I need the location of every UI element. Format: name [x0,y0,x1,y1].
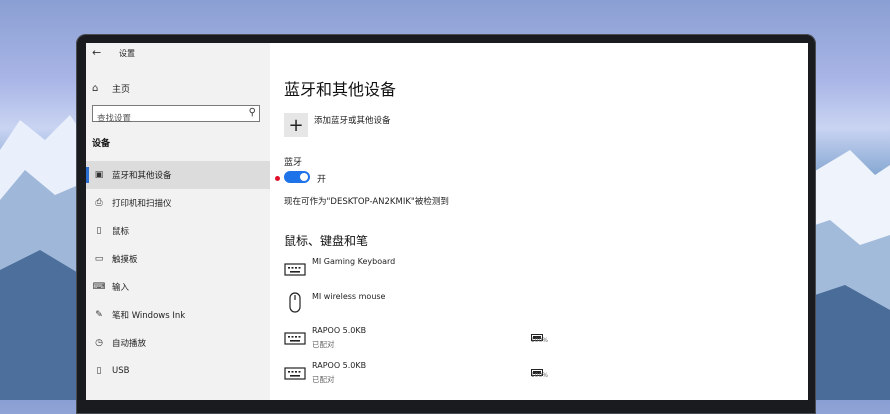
battery-indicator: 100% [530,361,548,380]
sidebar-item-usb[interactable]: ▯ USB [86,357,270,385]
battery-indicator: 100% [530,326,548,345]
sidebar-item-label: 笔和 Windows Ink [112,311,186,321]
keyboard-icon: ⌨ [92,282,106,292]
discoverable-status: 现在可作为"DESKTOP-AN2KMIK"被检测到 [284,197,449,207]
sidebar-item-touchpad[interactable]: ▭ 触摸板 [86,245,270,273]
device-item[interactable]: MI Gaming Keyboard [284,257,544,283]
autoplay-icon: ◷ [95,338,103,348]
bluetooth-toggle[interactable] [284,171,310,183]
pen-icon: ✎ [95,310,103,320]
window-title: 设置 [119,49,135,58]
sidebar-item-bluetooth[interactable]: ▣ 蓝牙和其他设备 [86,161,270,189]
home-icon: ⌂ [92,82,99,94]
annotation-dot [275,176,280,181]
keyboard-icon [284,367,306,380]
sidebar-item-label: 鼠标 [112,227,130,237]
toggle-knob [300,173,308,181]
keyboard-icon [284,263,306,276]
touchpad-icon: ▭ [94,254,104,264]
keyboard-icon [284,332,306,345]
device-item[interactable]: RAPOO 5.0KB 已配对 100% [284,326,548,352]
search-input[interactable] [93,111,237,127]
sidebar: ← 设置 ⌂ 主页 ⚲ 设备 ▣ 蓝牙和其他设备 ⎙ 打印机和扫描仪 ▯ 鼠标 [86,43,270,400]
sidebar-item-printers[interactable]: ⎙ 打印机和扫描仪 [86,189,270,217]
bluetooth-label: 蓝牙 [284,158,303,168]
sidebar-item-label: 蓝牙和其他设备 [112,171,172,181]
sidebar-item-pen[interactable]: ✎ 笔和 Windows Ink [86,301,270,329]
sidebar-item-autoplay[interactable]: ◷ 自动播放 [86,329,270,357]
search-box[interactable]: ⚲ [92,105,260,127]
plus-icon: + [288,114,304,136]
sidebar-nav: ▣ 蓝牙和其他设备 ⎙ 打印机和扫描仪 ▯ 鼠标 ▭ 触摸板 ⌨ 输入 ✎ 笔和… [86,161,270,385]
device-name: MI Gaming Keyboard [312,257,396,266]
device-name: RAPOO 5.0KB [312,361,367,370]
search-icon[interactable]: ⚲ [249,107,256,118]
bluetooth-toggle-state: 开 [317,175,327,185]
back-arrow-icon[interactable]: ← [92,46,101,59]
page-title: 蓝牙和其他设备 [284,80,397,99]
main-content: 蓝牙和其他设备 + 添加蓝牙或其他设备 蓝牙 开 现在可作为"DESKTOP-A… [270,43,808,400]
settings-window: ← 设置 ⌂ 主页 ⚲ 设备 ▣ 蓝牙和其他设备 ⎙ 打印机和扫描仪 ▯ 鼠标 [86,43,808,400]
sidebar-item-label: USB [112,366,130,376]
title-bar: ← 设置 [86,43,270,65]
mouse-icon [289,292,301,313]
printer-icon: ⎙ [95,198,103,208]
add-device-label[interactable]: 添加蓝牙或其他设备 [314,114,391,126]
add-device-button[interactable]: + [284,113,308,137]
device-status: 已配对 [312,375,335,384]
device-name: MI wireless mouse [312,292,386,301]
sidebar-item-label: 自动播放 [112,339,147,349]
sidebar-item-label: 触摸板 [112,255,138,265]
device-status: 已配对 [312,340,335,349]
bluetooth-devices-icon: ▣ [94,170,104,180]
home-label: 主页 [112,84,131,95]
section-title-mouse-keyboard-pen: 鼠标、键盘和笔 [284,234,369,248]
sidebar-item-mouse[interactable]: ▯ 鼠标 [86,217,270,245]
sidebar-item-input[interactable]: ⌨ 输入 [86,273,270,301]
sidebar-item-label: 打印机和扫描仪 [112,199,172,209]
device-item[interactable]: RAPOO 5.0KB 已配对 100% [284,361,548,387]
mouse-icon: ▯ [96,226,102,236]
sidebar-item-label: 输入 [112,283,130,293]
battery-percent: 100% [530,337,548,344]
usb-icon: ▯ [96,366,102,376]
device-name: RAPOO 5.0KB [312,326,367,335]
section-label-devices: 设备 [92,139,111,149]
battery-percent: 100% [530,372,548,379]
device-item[interactable]: MI wireless mouse [284,292,544,318]
sidebar-home[interactable]: ⌂ 主页 [92,80,130,96]
